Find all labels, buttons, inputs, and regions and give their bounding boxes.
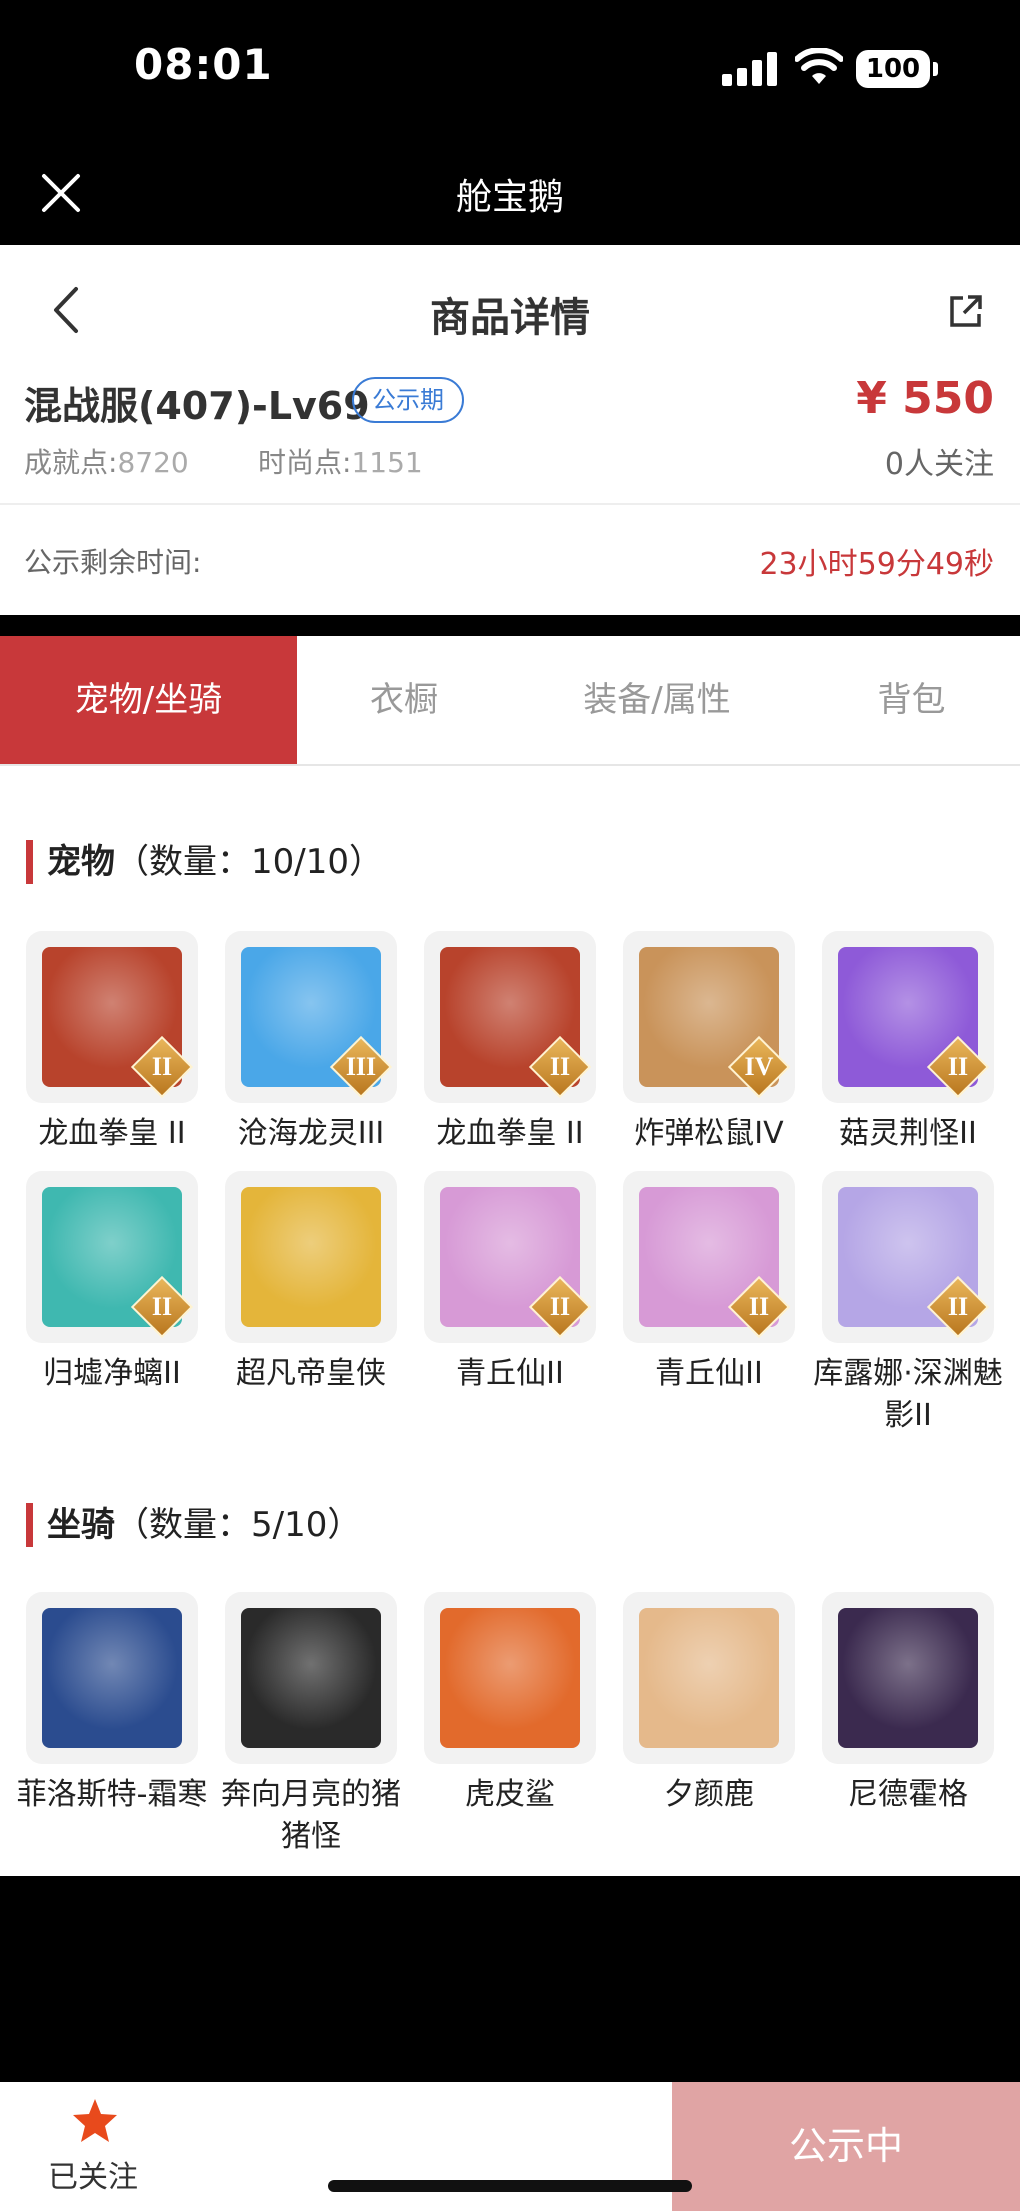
achievement-value: 8720 [117, 446, 189, 479]
achievement-label: 成就点: [24, 446, 118, 479]
mount-thumbnail [225, 1592, 397, 1764]
pet-thumbnail: II [424, 931, 596, 1103]
pet-thumbnail: II [623, 1171, 795, 1343]
tier-label: II [549, 1292, 571, 1321]
mounts-section-title: 坐骑（数量：5/10） [26, 1503, 361, 1547]
pet-thumbnail: II [424, 1171, 596, 1343]
pet-thumbnail: II [26, 1171, 198, 1343]
follow-button[interactable]: 已关注 [48, 2152, 138, 2196]
status-bar: 08:01 100 [0, 0, 1020, 140]
tier-label: II [748, 1292, 770, 1321]
pet-thumbnail [225, 1171, 397, 1343]
mount-name: 尼德霍格 [848, 1777, 968, 1812]
mount-name: 虎皮鲨 [465, 1777, 555, 1812]
mount-thumbnail [623, 1592, 795, 1764]
page-title: 商品详情 [430, 295, 590, 341]
price: ¥ 550 [856, 373, 994, 424]
tier-label: IV [744, 1052, 774, 1081]
divider [0, 503, 1020, 505]
countdown-value: 23小时59分49秒 [759, 547, 994, 582]
mount-image [241, 1608, 381, 1748]
tab-content: 宠物（数量：10/10） II 龙血拳皇 II III 沧海龙灵III II 龙血拳皇 I… [0, 766, 1020, 1876]
pet-name: 归墟净螭II [43, 1356, 181, 1391]
tab-backpack[interactable]: 背包 [803, 636, 1020, 764]
pet-name: 龙血拳皇 II [436, 1116, 584, 1151]
share-icon[interactable] [948, 293, 984, 329]
pet-thumbnail: II [822, 1171, 994, 1343]
product-summary: 商品详情 混战服(407)-Lv69 公示期 ¥ 550 成就点:8720 时尚… [0, 245, 1020, 615]
pet-name: 超凡帝皇侠 [236, 1356, 386, 1391]
pets-count: （数量：10/10） [115, 842, 383, 882]
pet-name: 库露娜·深渊魅影II [813, 1356, 1003, 1433]
mount-thumbnail [26, 1592, 198, 1764]
star-icon[interactable] [70, 2096, 120, 2146]
tier-label: III [345, 1052, 377, 1081]
mount-name: 菲洛斯特-霜寒 [16, 1777, 208, 1812]
mount-image [440, 1608, 580, 1748]
mount-thumbnail [424, 1592, 596, 1764]
tier-label: II [151, 1052, 173, 1081]
pet-thumbnail: IV [623, 931, 795, 1103]
status-badge: 公示期 [352, 377, 464, 423]
tab-equipment[interactable]: 装备/属性 [511, 636, 803, 764]
home-indicator [328, 2180, 692, 2192]
mount-image [639, 1608, 779, 1748]
pets-title: 宠物 [47, 842, 115, 882]
fashion-label: 时尚点: [258, 446, 352, 479]
wifi-icon [795, 48, 843, 84]
fashion-value: 1151 [351, 446, 423, 479]
mount-image [42, 1608, 182, 1748]
pet-name: 炸弹松鼠IV [634, 1116, 784, 1151]
status-time: 08:01 [134, 40, 273, 89]
battery-indicator: 100 [856, 50, 938, 88]
tab-pets-mounts[interactable]: 宠物/坐骑 [0, 636, 297, 764]
pet-image [241, 1187, 381, 1327]
mount-image [838, 1608, 978, 1748]
achievement-points: 成就点:8720 [24, 441, 189, 481]
tier-label: II [947, 1292, 969, 1321]
tab-bar: 宠物/坐骑 衣橱 装备/属性 背包 [0, 636, 1020, 766]
product-name: 混战服(407)-Lv69 [24, 384, 370, 428]
app-title: 舱宝鹅 [455, 177, 564, 218]
pet-name: 青丘仙II [456, 1356, 564, 1391]
tier-label: II [947, 1052, 969, 1081]
tier-label: II [549, 1052, 571, 1081]
app-bar: 舱宝鹅 [0, 140, 1020, 245]
publicity-status-button[interactable]: 公示中 [672, 2082, 1020, 2211]
mounts-title: 坐骑 [47, 1505, 115, 1545]
mount-thumbnail [822, 1592, 994, 1764]
cellular-signal-icon [722, 52, 778, 86]
pets-section-title: 宠物（数量：10/10） [26, 840, 383, 884]
pet-thumbnail: II [26, 931, 198, 1103]
mount-name: 奔向月亮的猪猪怪 [221, 1777, 401, 1854]
pet-name: 菇灵荆怪II [839, 1116, 977, 1151]
fashion-points: 时尚点:1151 [258, 441, 423, 481]
tab-wardrobe[interactable]: 衣橱 [297, 636, 511, 764]
mount-name: 夕颜鹿 [664, 1777, 754, 1812]
mounts-count: （数量：5/10） [115, 1505, 362, 1545]
pet-thumbnail: III [225, 931, 397, 1103]
tier-label: II [151, 1292, 173, 1321]
pet-name: 沧海龙灵III [237, 1116, 385, 1151]
followers-count: 0人关注 [884, 447, 994, 482]
pet-name: 龙血拳皇 II [38, 1116, 186, 1151]
countdown-label: 公示剩余时间: [24, 546, 202, 579]
pet-name: 青丘仙II [655, 1356, 763, 1391]
pet-thumbnail: II [822, 931, 994, 1103]
